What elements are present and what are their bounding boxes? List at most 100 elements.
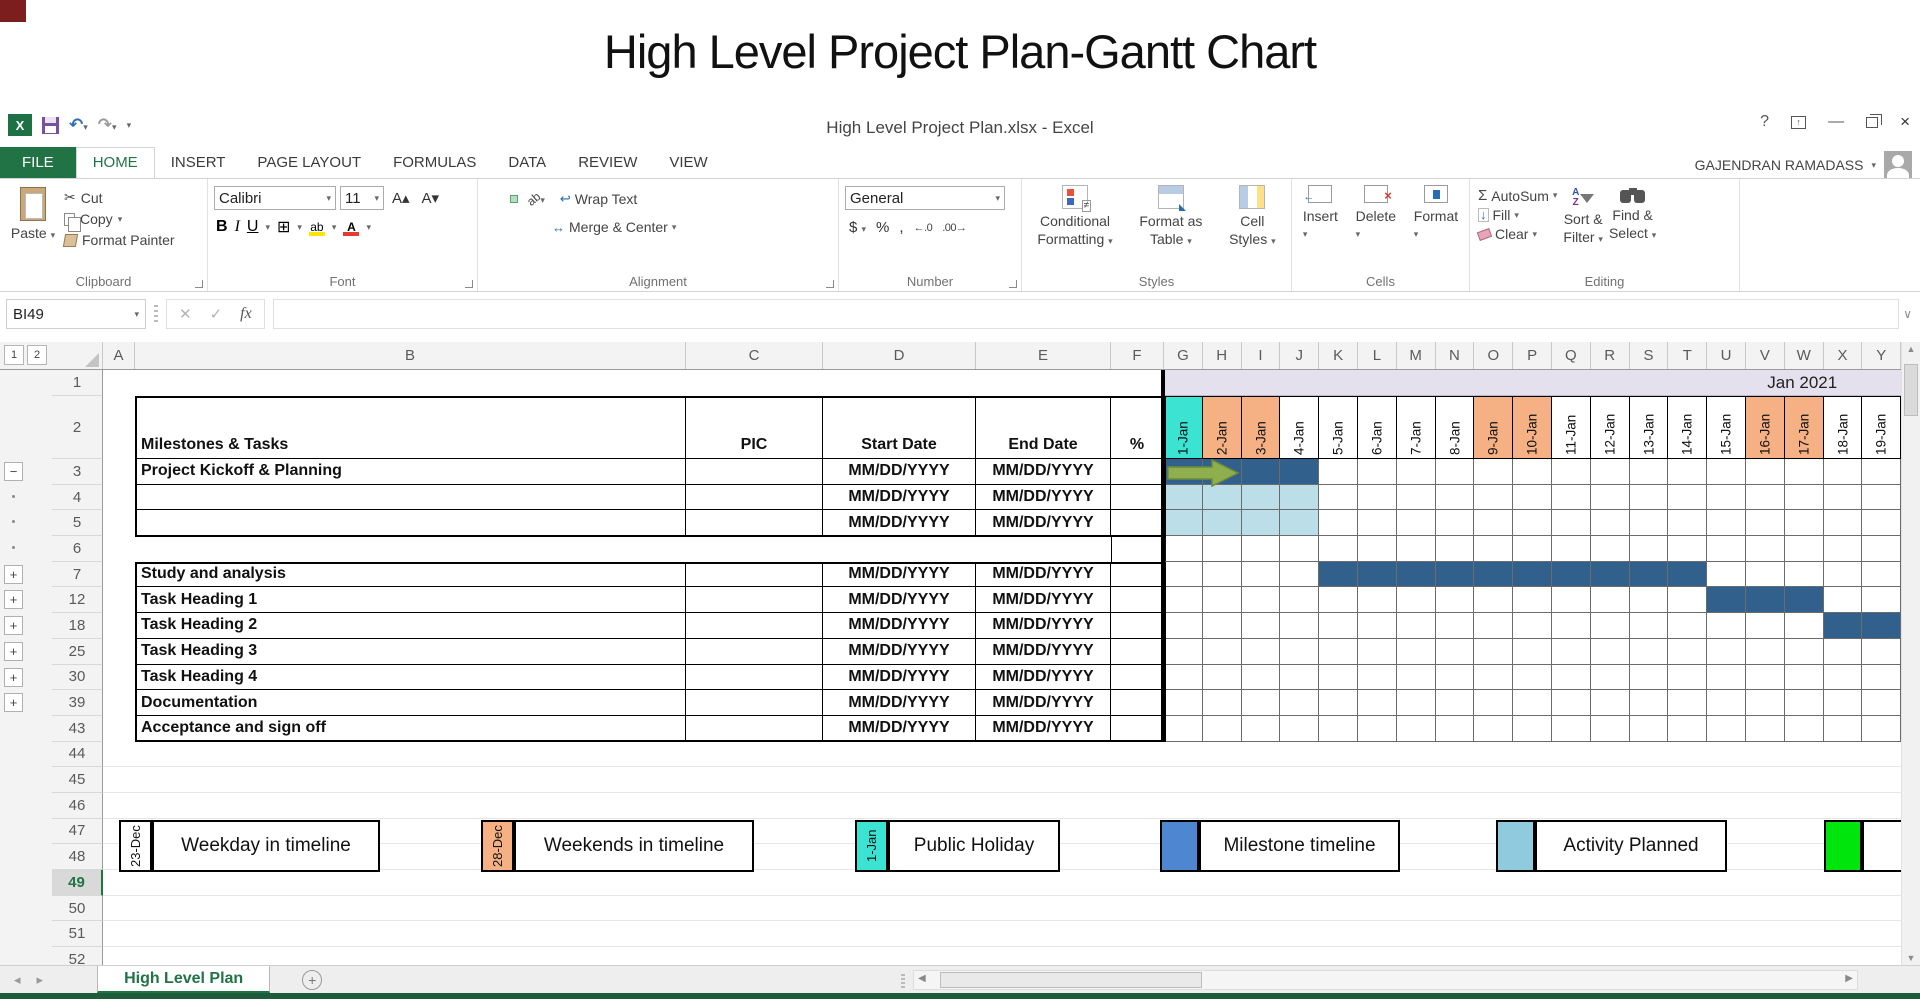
gantt-cell-18-3-Jan[interactable]: [1242, 613, 1281, 639]
gantt-cell-12-1-Jan[interactable]: [1164, 587, 1203, 613]
pic-cell-7[interactable]: [686, 562, 823, 588]
scroll-down-icon[interactable]: ▼: [1902, 953, 1920, 963]
row-header-3[interactable]: 3: [52, 459, 103, 485]
gantt-cell-43-4-Jan[interactable]: [1280, 716, 1319, 742]
gantt-cell-4-15-Jan[interactable]: [1707, 485, 1746, 511]
paste-button[interactable]: Paste ▾: [2, 183, 64, 273]
gantt-cell-4-12-Jan[interactable]: [1591, 485, 1630, 511]
gantt-cell-5-5-Jan[interactable]: [1319, 510, 1358, 536]
date-header-15-Jan[interactable]: 15-Jan: [1707, 396, 1746, 459]
collapse-outline-button[interactable]: −: [4, 462, 23, 481]
gantt-cell-25-19-Jan[interactable]: [1862, 639, 1901, 665]
column-header-G[interactable]: G: [1164, 342, 1203, 369]
align-right-icon[interactable]: [510, 224, 516, 230]
enter-icon[interactable]: ✓: [210, 305, 223, 323]
clipboard-dialog-launcher-icon[interactable]: [195, 280, 203, 288]
task-cell-30[interactable]: Task Heading 4: [135, 665, 686, 691]
row-header-25[interactable]: 25: [52, 639, 103, 665]
date-header-4-Jan[interactable]: 4-Jan: [1280, 396, 1319, 459]
gantt-cell-30-6-Jan[interactable]: [1358, 665, 1397, 691]
row-header-1[interactable]: 1: [52, 370, 103, 396]
gantt-cell-4-6-Jan[interactable]: [1358, 485, 1397, 511]
gantt-cell-43-11-Jan[interactable]: [1552, 716, 1591, 742]
end-date-cell-7[interactable]: MM/DD/YYYY: [976, 562, 1111, 588]
gantt-cell-43-16-Jan[interactable]: [1746, 716, 1785, 742]
header-percent[interactable]: %: [1111, 396, 1164, 459]
start-date-cell-30[interactable]: MM/DD/YYYY: [823, 665, 976, 691]
gantt-cell-12-14-Jan[interactable]: [1668, 587, 1707, 613]
tab-view[interactable]: VIEW: [653, 148, 723, 178]
gantt-cell-25-8-Jan[interactable]: [1436, 639, 1475, 665]
gantt-cell-30-11-Jan[interactable]: [1552, 665, 1591, 691]
gantt-cell-30-1-Jan[interactable]: [1164, 665, 1203, 691]
select-all-corner[interactable]: 12: [0, 342, 103, 369]
row-header-49[interactable]: 49: [52, 870, 103, 896]
font-size-select[interactable]: 11▾: [340, 186, 384, 210]
gantt-cell-12-8-Jan[interactable]: [1436, 587, 1475, 613]
spacer-cells[interactable]: [135, 536, 1111, 562]
pic-cell-3[interactable]: [686, 459, 823, 485]
gantt-cell-30-10-Jan[interactable]: [1513, 665, 1552, 691]
gantt-cell-4-7-Jan[interactable]: [1397, 485, 1436, 511]
start-date-cell-25[interactable]: MM/DD/YYYY: [823, 639, 976, 665]
format-cells-button[interactable]: Format▾: [1414, 185, 1458, 273]
pic-cell-5[interactable]: [686, 510, 823, 536]
expand-outline-button[interactable]: +: [4, 616, 23, 635]
gantt-cell-39-8-Jan[interactable]: [1436, 690, 1475, 716]
gantt-cell-30-5-Jan[interactable]: [1319, 665, 1358, 691]
gantt-cell-39-15-Jan[interactable]: [1707, 690, 1746, 716]
row-header-30[interactable]: 30: [52, 665, 103, 691]
gantt-cell-4-10-Jan[interactable]: [1513, 485, 1552, 511]
gantt-cell-3-12-Jan[interactable]: [1591, 459, 1630, 485]
gantt-cell-39-16-Jan[interactable]: [1746, 690, 1785, 716]
column-header-P[interactable]: P: [1513, 342, 1552, 369]
gantt-cell-12-10-Jan[interactable]: [1513, 587, 1552, 613]
start-date-cell-43[interactable]: MM/DD/YYYY: [823, 716, 976, 742]
start-date-cell-39[interactable]: MM/DD/YYYY: [823, 690, 976, 716]
accounting-format-icon[interactable]: $ ▾: [849, 219, 866, 236]
cancel-icon[interactable]: ✕: [179, 305, 192, 323]
spacer-percent-cell[interactable]: [1111, 536, 1164, 562]
column-header-Q[interactable]: Q: [1552, 342, 1591, 369]
underline-dropdown-icon[interactable]: ▾: [265, 222, 270, 233]
gantt-cell-39-4-Jan[interactable]: [1280, 690, 1319, 716]
gantt-cell-18-15-Jan[interactable]: [1707, 613, 1746, 639]
percent-cell-4[interactable]: [1111, 485, 1164, 511]
gantt-cell-3-10-Jan[interactable]: [1513, 459, 1552, 485]
gantt-cell-25-15-Jan[interactable]: [1707, 639, 1746, 665]
merge-center-button[interactable]: ↔Merge & Center ▾: [552, 219, 676, 235]
empty-row-52[interactable]: [103, 947, 1901, 965]
gantt-cell-43-18-Jan[interactable]: [1824, 716, 1863, 742]
gantt-cell-18-18-Jan[interactable]: [1824, 613, 1863, 639]
gantt-cell-7-2-Jan[interactable]: [1203, 562, 1242, 588]
date-header-16-Jan[interactable]: 16-Jan: [1746, 396, 1785, 459]
column-header-F[interactable]: F: [1111, 342, 1164, 369]
cell-a18[interactable]: [103, 613, 135, 639]
row-header-6[interactable]: 6: [52, 536, 103, 562]
date-header-2-Jan[interactable]: 2-Jan: [1203, 396, 1242, 459]
gantt-cell-43-12-Jan[interactable]: [1591, 716, 1630, 742]
gantt-cell-5-4-Jan[interactable]: [1280, 510, 1319, 536]
gantt-cell-3-16-Jan[interactable]: [1746, 459, 1785, 485]
gantt-cell-18-17-Jan[interactable]: [1785, 613, 1824, 639]
cell-a39[interactable]: [103, 690, 135, 716]
date-header-11-Jan[interactable]: 11-Jan: [1552, 396, 1591, 459]
gantt-cell-43-9-Jan[interactable]: [1474, 716, 1513, 742]
row-header-18[interactable]: 18: [52, 613, 103, 639]
gantt-cell-3-13-Jan[interactable]: [1630, 459, 1669, 485]
gantt-cell-6-4-Jan[interactable]: [1280, 536, 1319, 562]
gantt-cell-30-7-Jan[interactable]: [1397, 665, 1436, 691]
empty-row-44[interactable]: [103, 742, 1901, 768]
prev-sheet-icon[interactable]: ◂: [14, 972, 21, 988]
gantt-cell-6-16-Jan[interactable]: [1746, 536, 1785, 562]
row-header-48[interactable]: 48: [52, 844, 103, 870]
date-header-7-Jan[interactable]: 7-Jan: [1397, 396, 1436, 459]
gantt-cell-25-10-Jan[interactable]: [1513, 639, 1552, 665]
gantt-cell-18-11-Jan[interactable]: [1552, 613, 1591, 639]
row-header-50[interactable]: 50: [52, 896, 103, 922]
gantt-cell-5-9-Jan[interactable]: [1474, 510, 1513, 536]
gantt-cell-25-5-Jan[interactable]: [1319, 639, 1358, 665]
gantt-cell-4-3-Jan[interactable]: [1242, 485, 1281, 511]
italic-icon[interactable]: I: [235, 218, 240, 236]
gantt-cell-30-16-Jan[interactable]: [1746, 665, 1785, 691]
